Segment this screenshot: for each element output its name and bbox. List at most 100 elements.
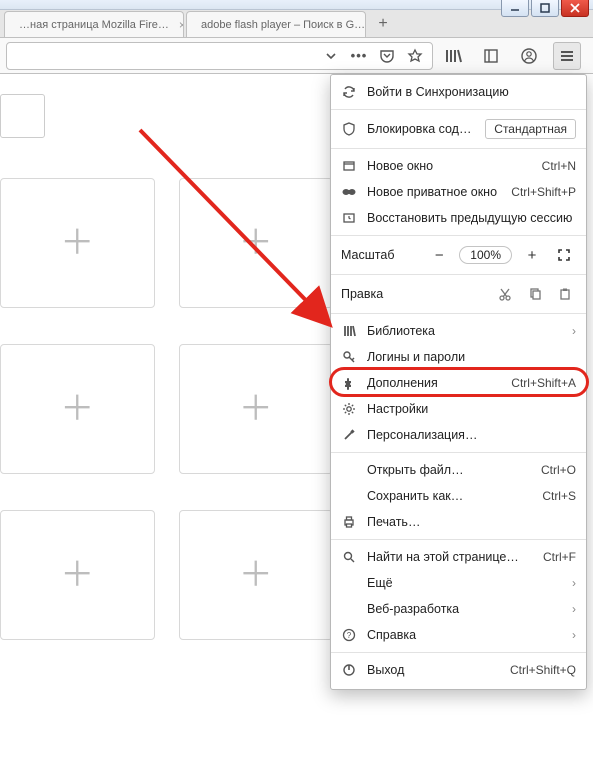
menu-new-private-window[interactable]: Новое приватное окно Ctrl+Shift+P [331, 179, 586, 205]
window-close-button[interactable] [561, 0, 589, 17]
url-bar[interactable]: ••• [6, 42, 433, 70]
menu-more[interactable]: Ещё › [331, 570, 586, 596]
app-menu-button[interactable] [553, 42, 581, 70]
menu-separator [331, 539, 586, 540]
menu-separator [331, 452, 586, 453]
menu-help[interactable]: ? Справка › [331, 622, 586, 648]
zoom-in-button[interactable]: + [520, 244, 544, 266]
plus-icon: ＋ [60, 392, 94, 426]
menu-label: Найти на этой странице… [367, 550, 533, 564]
app-menu-panel: Войти в Синхронизацию Блокировка содержи… [330, 74, 587, 690]
menu-new-window[interactable]: Новое окно Ctrl+N [331, 153, 586, 179]
puzzle-icon [341, 375, 357, 391]
library-button[interactable] [439, 42, 467, 70]
plus-icon: ＋ [239, 558, 273, 592]
shield-icon [341, 121, 357, 137]
menu-print[interactable]: Печать… [331, 509, 586, 535]
page-actions-icon[interactable]: ••• [350, 47, 368, 65]
plus-icon: ＋ [239, 392, 273, 426]
navigation-toolbar: ••• [0, 38, 593, 74]
menu-separator [331, 148, 586, 149]
window-maximize-button[interactable] [531, 0, 559, 17]
menu-label: Настройки [367, 402, 576, 416]
menu-label: Веб-разработка [367, 602, 562, 616]
svg-text:?: ? [347, 631, 352, 640]
top-site-tile[interactable]: ＋ [179, 510, 334, 640]
menu-shortcut: Ctrl+Shift+P [511, 185, 576, 199]
top-site-tile[interactable]: ＋ [0, 178, 155, 308]
printer-icon [341, 514, 357, 530]
plus-icon: ＋ [239, 226, 273, 260]
top-site-tile[interactable]: ＋ [179, 344, 334, 474]
top-site-tile[interactable]: ＋ [0, 344, 155, 474]
menu-open-file[interactable]: Открыть файл… Ctrl+O [331, 457, 586, 483]
menu-find[interactable]: Найти на этой странице… Ctrl+F [331, 544, 586, 570]
top-site-tile[interactable]: ＋ [0, 510, 155, 640]
menu-shortcut: Ctrl+Shift+Q [510, 663, 576, 677]
copy-icon[interactable] [524, 283, 546, 305]
menu-sync[interactable]: Войти в Синхронизацию [331, 79, 586, 105]
menu-label: Персонализация… [367, 428, 576, 442]
top-site-tile[interactable]: ＋ [179, 178, 334, 308]
fullscreen-button[interactable] [552, 244, 576, 266]
menu-customize[interactable]: Персонализация… [331, 422, 586, 448]
zoom-out-button[interactable]: − [427, 244, 451, 266]
menu-library[interactable]: Библиотека › [331, 318, 586, 344]
window-minimize-button[interactable] [501, 0, 529, 17]
menu-label: Новое приватное окно [367, 185, 501, 199]
search-icon [341, 549, 357, 565]
menu-web-developer[interactable]: Веб-разработка › [331, 596, 586, 622]
browser-tab[interactable]: adobe flash player – Поиск в G… × [186, 11, 366, 37]
window-titlebar [0, 0, 593, 10]
sidebar-button[interactable] [477, 42, 505, 70]
menu-separator [331, 109, 586, 110]
menu-logins[interactable]: Логины и пароли [331, 344, 586, 370]
zoom-value[interactable]: 100% [459, 246, 512, 264]
chevron-down-icon[interactable] [322, 47, 340, 65]
edit-label: Правка [341, 287, 486, 301]
content-blocking-level[interactable]: Стандартная [485, 119, 576, 139]
menu-edit: Правка [331, 279, 586, 309]
menu-shortcut: Ctrl+O [541, 463, 576, 477]
search-box[interactable] [0, 94, 45, 138]
menu-separator [331, 313, 586, 314]
close-tab-icon[interactable]: × [179, 18, 184, 32]
zoom-label: Масштаб [341, 248, 419, 262]
menu-separator [331, 274, 586, 275]
menu-restore-session[interactable]: Восстановить предыдущую сессию [331, 205, 586, 231]
tab-title: adobe flash player – Поиск в G… [201, 19, 365, 31]
menu-settings[interactable]: Настройки [331, 396, 586, 422]
browser-tab[interactable]: …ная страница Mozilla Fire… × [4, 11, 184, 37]
menu-label: Открыть файл… [367, 463, 531, 477]
menu-label: Библиотека [367, 324, 562, 338]
power-icon [341, 662, 357, 678]
bookmark-star-icon[interactable] [406, 47, 424, 65]
mask-icon [341, 184, 357, 200]
menu-addons[interactable]: Дополнения Ctrl+Shift+A [331, 370, 586, 396]
menu-label: Блокировка содержимого [367, 122, 475, 136]
menu-exit[interactable]: Выход Ctrl+Shift+Q [331, 657, 586, 683]
new-tab-button[interactable]: + [368, 11, 398, 37]
tab-title: …ная страница Mozilla Fire… [19, 19, 169, 31]
plus-icon: ＋ [60, 226, 94, 260]
blank-icon [341, 462, 357, 478]
menu-shortcut: Ctrl+F [543, 550, 576, 564]
menu-content-blocking[interactable]: Блокировка содержимого Стандартная [331, 114, 586, 144]
pocket-icon[interactable] [378, 47, 396, 65]
chevron-right-icon: › [572, 576, 576, 590]
blank-icon [341, 601, 357, 617]
cut-icon[interactable] [494, 283, 516, 305]
menu-label: Логины и пароли [367, 350, 576, 364]
menu-save-as[interactable]: Сохранить как… Ctrl+S [331, 483, 586, 509]
menu-label: Дополнения [367, 376, 501, 390]
menu-label: Ещё [367, 576, 562, 590]
paste-icon[interactable] [554, 283, 576, 305]
menu-shortcut: Ctrl+Shift+A [511, 376, 576, 390]
blank-icon [341, 488, 357, 504]
menu-shortcut: Ctrl+S [542, 489, 576, 503]
menu-label: Справка [367, 628, 562, 642]
menu-label: Восстановить предыдущую сессию [367, 211, 576, 225]
help-icon: ? [341, 627, 357, 643]
account-button[interactable] [515, 42, 543, 70]
plus-icon: ＋ [60, 558, 94, 592]
